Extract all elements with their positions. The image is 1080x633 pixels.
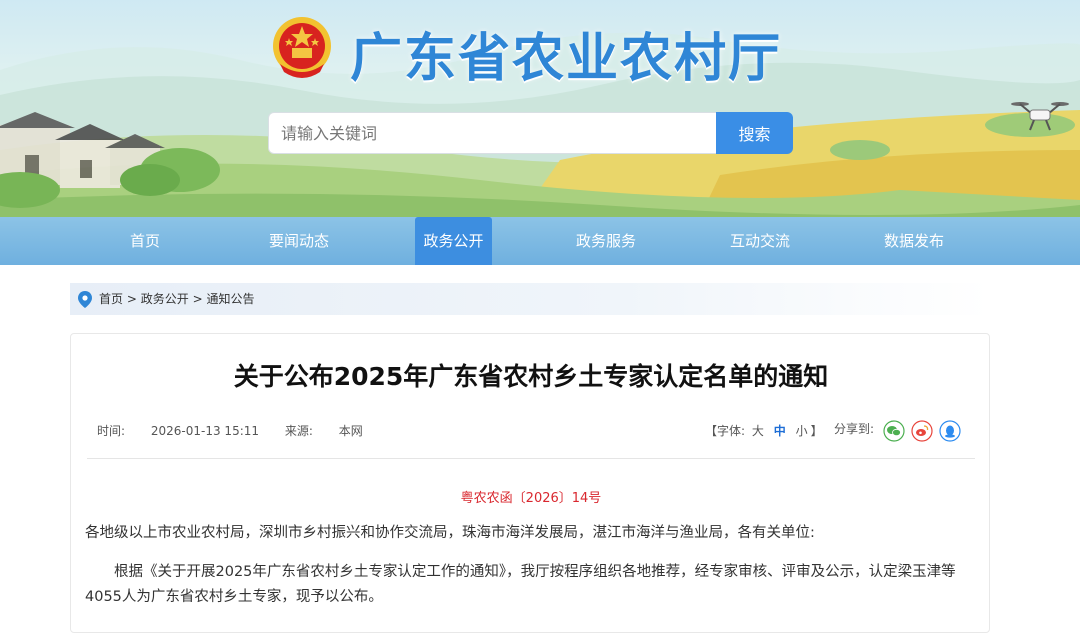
article-title: 关于公布2025年广东省农村乡土专家认定名单的通知 — [233, 362, 829, 391]
header-banner: 广东省农业农村厅 搜索 — [0, 0, 1080, 217]
drone-icon — [1011, 102, 1069, 131]
font-size-small[interactable]: 小 — [796, 424, 808, 438]
font-size-switcher: 【字体: 大 中 小】 — [705, 422, 823, 439]
article-panel: 关于公布2025年广东省农村乡土专家认定名单的通知 时间: 2026-01-13… — [70, 333, 990, 633]
search-input[interactable] — [268, 112, 718, 154]
national-emblem-icon — [273, 17, 331, 78]
source-label: 来源: — [284, 424, 313, 438]
wechat-icon[interactable] — [883, 420, 905, 442]
document-number: 粤农农函〔2026〕14号 — [460, 491, 602, 506]
main-nav: 首页 要闻动态 政务公开 政务服务 互动交流 数据发布 — [0, 217, 1080, 265]
font-size-close: 】 — [810, 424, 823, 438]
nav-item-government-affairs[interactable]: 政务公开 — [415, 217, 492, 265]
location-pin-icon — [78, 291, 92, 308]
meta-divider — [87, 458, 975, 459]
breadcrumb-separator: > — [126, 292, 137, 306]
nav-item-news[interactable]: 要闻动态 — [254, 217, 344, 265]
breadcrumb: 首页 > 政务公开 > 通知公告 — [70, 283, 990, 315]
nav-item-services[interactable]: 政务服务 — [561, 217, 651, 265]
font-size-large[interactable]: 大 — [752, 424, 764, 438]
weibo-icon[interactable] — [911, 420, 933, 442]
article-paragraph: 各地级以上市农业农村局，深圳市乡村振兴和协作交流局，珠海市海洋发展局，湛江市海洋… — [85, 525, 815, 541]
breadcrumb-notices[interactable]: 通知公告 — [206, 292, 254, 306]
breadcrumb-separator: > — [192, 292, 203, 306]
share-label: 分享到: — [834, 422, 875, 436]
font-size-open: 【字体: — [705, 424, 746, 438]
time-label: 时间: — [97, 424, 126, 438]
breadcrumb-home[interactable]: 首页 — [99, 292, 123, 306]
site-title: 广东省农业农村厅 — [350, 29, 783, 89]
article-paragraph: 根据《关于开展2025年广东省农村乡土专家认定工作的通知》，我厅按程序组织各地推… — [85, 564, 956, 605]
nav-item-home[interactable]: 首页 — [100, 217, 190, 265]
breadcrumb-government-affairs[interactable]: 政务公开 — [141, 292, 189, 306]
article-meta: 时间: 2026-01-13 15:11 来源: 本网 — [97, 422, 385, 439]
font-size-medium[interactable]: 中 — [774, 424, 786, 438]
article-source: 本网 — [338, 424, 363, 438]
publish-time: 2026-01-13 15:11 — [150, 424, 260, 438]
nav-item-data[interactable]: 数据发布 — [869, 217, 959, 265]
search-button[interactable]: 搜索 — [716, 112, 793, 154]
nav-item-interaction[interactable]: 互动交流 — [715, 217, 805, 265]
qq-icon[interactable] — [939, 420, 961, 442]
